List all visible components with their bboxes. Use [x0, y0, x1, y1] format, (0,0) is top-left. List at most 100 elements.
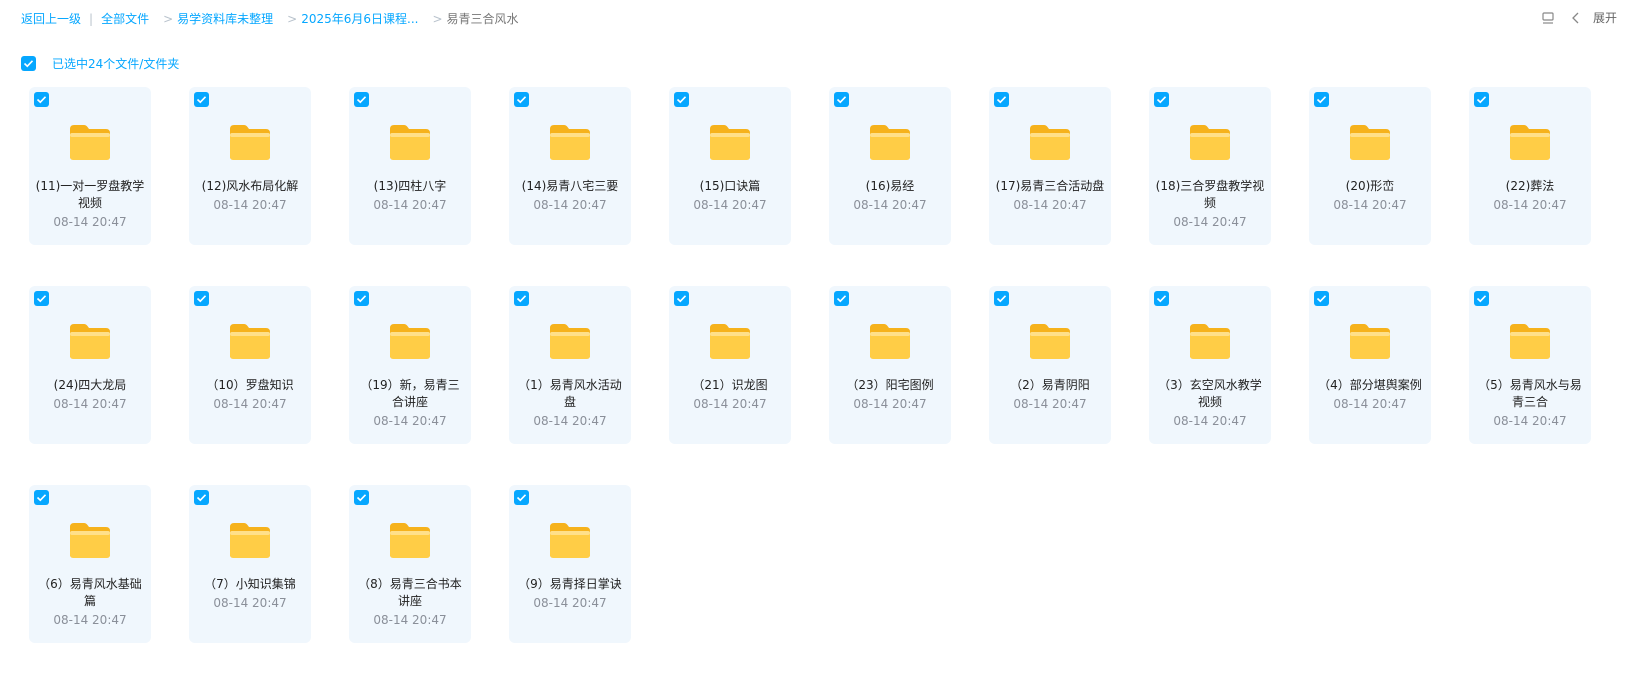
item-checkbox[interactable]	[34, 490, 49, 505]
folder-card[interactable]: （23）阳宅图例 08-14 20:47	[829, 286, 951, 444]
folder-name: （23）阳宅图例	[846, 378, 934, 392]
toolbar-right: 展开	[1541, 9, 1617, 26]
breadcrumb-current: 易青三合风水	[446, 12, 519, 26]
folder-icon	[390, 324, 430, 359]
folder-date: 08-14 20:47	[533, 414, 607, 428]
folder-name: (20)形峦	[1345, 179, 1395, 193]
folder-date: 08-14 20:47	[213, 596, 287, 610]
folder-card[interactable]: （5）易青风水与易青三合 08-14 20:47	[1469, 286, 1591, 444]
item-checkbox[interactable]	[834, 291, 849, 306]
item-checkbox[interactable]	[994, 92, 1009, 107]
folder-date: 08-14 20:47	[373, 613, 447, 627]
folder-name: （3）玄空风水教学视频	[1158, 378, 1262, 409]
folder-name: (14)易青八宅三要	[521, 179, 619, 193]
item-checkbox[interactable]	[1154, 291, 1169, 306]
folder-card[interactable]: (13)四柱八字 08-14 20:47	[349, 87, 471, 245]
folder-card[interactable]: (11)一对一罗盘教学视频 08-14 20:47	[29, 87, 151, 245]
breadcrumb-item-library[interactable]: 易学资料库未整理	[177, 10, 273, 27]
folder-card[interactable]: （10）罗盘知识 08-14 20:47	[189, 286, 311, 444]
folder-card[interactable]: (18)三合罗盘教学视频 08-14 20:47	[1149, 87, 1271, 245]
folder-card[interactable]: (12)风水布局化解 08-14 20:47	[189, 87, 311, 245]
folder-card[interactable]: （7）小知识集锦 08-14 20:47	[189, 485, 311, 643]
folder-card[interactable]: （1）易青风水活动盘 08-14 20:47	[509, 286, 631, 444]
item-checkbox[interactable]	[194, 92, 209, 107]
folder-card[interactable]: （9）易青择日掌诀 08-14 20:47	[509, 485, 631, 643]
chevron-left-icon	[1569, 11, 1583, 25]
item-checkbox[interactable]	[514, 490, 529, 505]
folder-icon	[70, 523, 110, 558]
folder-date: 08-14 20:47	[213, 397, 287, 411]
folder-name: (16)易经	[865, 179, 915, 193]
folder-icon	[230, 324, 270, 359]
folder-card[interactable]: （2）易青阴阳 08-14 20:47	[989, 286, 1111, 444]
folder-card[interactable]: （21）识龙图 08-14 20:47	[669, 286, 791, 444]
folder-date: 08-14 20:47	[373, 414, 447, 428]
folder-card[interactable]: (16)易经 08-14 20:47	[829, 87, 951, 245]
item-checkbox[interactable]	[194, 291, 209, 306]
folder-date: 08-14 20:47	[1013, 397, 1087, 411]
folder-card[interactable]: (15)口诀篇 08-14 20:47	[669, 87, 791, 245]
folder-name: （7）小知识集锦	[204, 577, 296, 591]
folder-icon	[1350, 324, 1390, 359]
item-checkbox[interactable]	[834, 92, 849, 107]
folder-date: 08-14 20:47	[1493, 414, 1567, 428]
folder-name: （9）易青择日掌诀	[518, 577, 622, 591]
folder-icon	[1510, 125, 1550, 160]
folder-icon	[1190, 125, 1230, 160]
breadcrumb-divider: |	[89, 11, 94, 26]
folder-card[interactable]: (17)易青三合活动盘 08-14 20:47	[989, 87, 1111, 245]
item-checkbox[interactable]	[514, 92, 529, 107]
folder-date: 08-14 20:47	[1493, 198, 1567, 212]
item-checkbox[interactable]	[1154, 92, 1169, 107]
item-checkbox[interactable]	[514, 291, 529, 306]
item-checkbox[interactable]	[354, 490, 369, 505]
folder-date: 08-14 20:47	[1013, 198, 1087, 212]
folder-name: （1）易青风水活动盘	[518, 378, 622, 409]
item-checkbox[interactable]	[674, 291, 689, 306]
folder-card[interactable]: （6）易青风水基础篇 08-14 20:47	[29, 485, 151, 643]
item-checkbox[interactable]	[354, 92, 369, 107]
item-checkbox[interactable]	[674, 92, 689, 107]
item-checkbox[interactable]	[194, 490, 209, 505]
folder-name: (22)葬法	[1505, 179, 1555, 193]
folder-card[interactable]: (20)形峦 08-14 20:47	[1309, 87, 1431, 245]
item-checkbox[interactable]	[354, 291, 369, 306]
select-all-checkbox[interactable]	[21, 56, 36, 71]
breadcrumb-item-all-files[interactable]: 全部文件	[101, 10, 149, 27]
folder-name: (12)风水布局化解	[201, 179, 299, 193]
item-checkbox[interactable]	[994, 291, 1009, 306]
item-checkbox[interactable]	[34, 92, 49, 107]
folder-date: 08-14 20:47	[693, 198, 767, 212]
folder-icon	[70, 125, 110, 160]
folder-name: （21）识龙图	[692, 378, 768, 392]
folder-icon	[550, 523, 590, 558]
list-view-icon[interactable]	[1541, 11, 1555, 25]
breadcrumb-arrow-icon: >	[432, 11, 443, 26]
breadcrumb-item-course[interactable]: 2025年6月6日课程...	[301, 10, 418, 27]
folder-name: （8）易青三合书本讲座	[358, 577, 462, 608]
folder-card[interactable]: (24)四大龙局 08-14 20:47	[29, 286, 151, 444]
folder-name: (24)四大龙局	[53, 378, 127, 392]
folder-card[interactable]: （19）新，易青三合讲座 08-14 20:47	[349, 286, 471, 444]
item-checkbox[interactable]	[1474, 291, 1489, 306]
folder-icon	[390, 125, 430, 160]
expand-button[interactable]: 展开	[1569, 9, 1617, 26]
folder-card[interactable]: （3）玄空风水教学视频 08-14 20:47	[1149, 286, 1271, 444]
breadcrumb-arrow-icon: >	[163, 11, 174, 26]
item-checkbox[interactable]	[1474, 92, 1489, 107]
breadcrumb-arrow-icon: >	[287, 11, 298, 26]
back-link[interactable]: 返回上一级	[21, 10, 81, 27]
folder-card[interactable]: （4）部分堪舆案例 08-14 20:47	[1309, 286, 1431, 444]
item-checkbox[interactable]	[34, 291, 49, 306]
item-checkbox[interactable]	[1314, 291, 1329, 306]
folder-name: (11)一对一罗盘教学视频	[35, 179, 145, 210]
folder-date: 08-14 20:47	[1173, 215, 1247, 229]
folder-card[interactable]: (14)易青八宅三要 08-14 20:47	[509, 87, 631, 245]
folder-card[interactable]: (22)葬法 08-14 20:47	[1469, 87, 1591, 245]
folder-card[interactable]: （8）易青三合书本讲座 08-14 20:47	[349, 485, 471, 643]
folder-icon	[230, 125, 270, 160]
file-grid: (11)一对一罗盘教学视频 08-14 20:47 (12)风水布局化解 08-…	[29, 87, 1591, 643]
folder-date: 08-14 20:47	[1333, 198, 1407, 212]
item-checkbox[interactable]	[1314, 92, 1329, 107]
folder-name: （5）易青风水与易青三合	[1478, 378, 1582, 409]
